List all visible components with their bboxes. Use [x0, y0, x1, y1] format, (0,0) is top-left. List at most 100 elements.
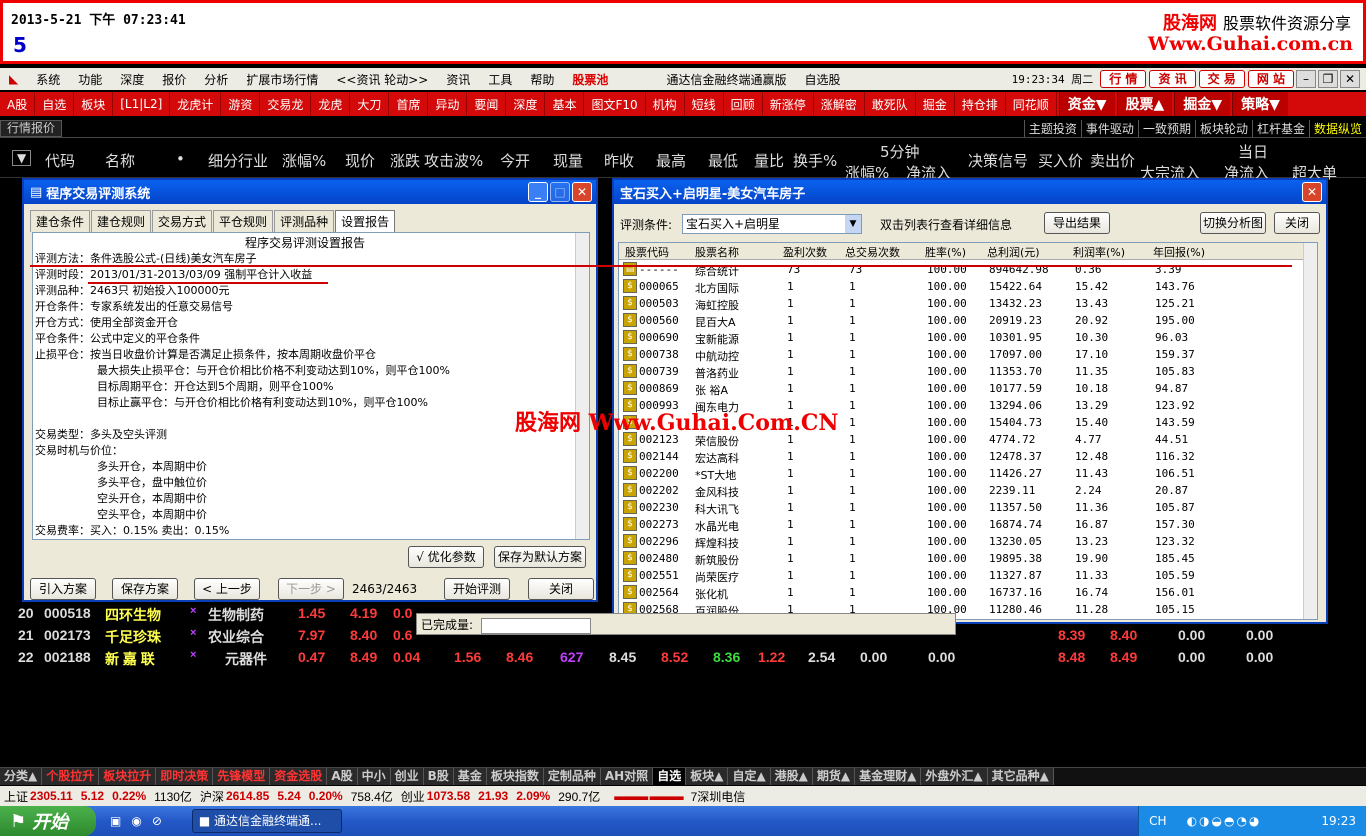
- result-row[interactable]: $002551 尚荣医疗 1 1 100.00 11327.87 11.33 105.59: [619, 567, 1309, 584]
- toolbar-item[interactable]: 机构: [646, 92, 685, 116]
- result-row[interactable]: $000065 北方国际 1 1 100.00 15422.64 15.42 143.76: [619, 278, 1309, 295]
- toolbar-item[interactable]: 深度: [506, 92, 546, 116]
- market-tab[interactable]: 基金理财▲: [855, 768, 922, 785]
- col-name[interactable]: 名称: [105, 150, 135, 171]
- dialog-titlebar[interactable]: 宝石买入+启明星-美女汽车房子 ✕: [614, 180, 1326, 204]
- result-row[interactable]: $000503 海虹控股 1 1 100.00 13432.23 13.43 125.21: [619, 295, 1309, 312]
- menu-item[interactable]: 工具: [479, 71, 521, 88]
- result-row[interactable]: $000690 宝新能源 1 1 100.00 10301.95 10.30 96.03: [619, 329, 1309, 346]
- toolbar-item[interactable]: 敢死队: [865, 92, 916, 116]
- col-industry[interactable]: 细分行业: [208, 150, 268, 171]
- menu-item[interactable]: 扩展市场行情: [237, 71, 327, 88]
- th-trades[interactable]: 总交易次数: [845, 244, 900, 260]
- result-row[interactable]: $002296 辉煌科技 1 1 100.00 13230.05 13.23 123.32: [619, 533, 1309, 550]
- tab-open-condition[interactable]: 建仓条件: [30, 210, 91, 232]
- language-indicator[interactable]: CH: [1149, 814, 1166, 828]
- maximize-icon[interactable]: □: [550, 182, 570, 202]
- market-tab[interactable]: 个股拉升: [42, 768, 100, 785]
- col-turnover[interactable]: 换手%: [793, 150, 837, 171]
- stocks-dropdown[interactable]: 股票▲: [1116, 92, 1173, 116]
- market-tab[interactable]: 自选: [653, 768, 687, 785]
- tab-trade-mode[interactable]: 交易方式: [152, 210, 213, 232]
- market-tab[interactable]: 板块指数: [486, 768, 544, 785]
- col-signal[interactable]: 决策信号: [968, 150, 1028, 171]
- market-tab[interactable]: 外盘外汇▲: [921, 768, 988, 785]
- switch-chart-button[interactable]: 切换分析图: [1200, 212, 1266, 234]
- col-change[interactable]: 涨跌: [390, 150, 420, 171]
- market-tab[interactable]: 先锋模型: [213, 768, 271, 785]
- tab-close-rule[interactable]: 平仓规则: [213, 210, 274, 232]
- result-row[interactable]: $000869 张 裕A 1 1 100.00 10177.59 10.18 94.87: [619, 380, 1309, 397]
- header-menu-icon[interactable]: ▼: [12, 150, 32, 166]
- market-tab[interactable]: 自定▲: [728, 768, 771, 785]
- toolbar-item[interactable]: 图文F10: [584, 92, 646, 116]
- menu-item[interactable]: 帮助: [521, 71, 563, 88]
- th-profit-rate[interactable]: 利润率(%): [1073, 244, 1125, 260]
- taskbar-app-button[interactable]: ■ 通达信金融终端通...: [191, 809, 342, 833]
- close-icon[interactable]: ✕: [1302, 182, 1322, 202]
- mining-dropdown[interactable]: 掘金▼: [1174, 92, 1231, 116]
- close-icon[interactable]: ✕: [572, 182, 592, 202]
- dialog-titlebar[interactable]: ▤ 程序交易评测系统 _ □ ✕: [24, 180, 596, 204]
- toolbar-item[interactable]: 涨解密: [814, 92, 865, 116]
- tab-open-rule[interactable]: 建仓规则: [91, 210, 152, 232]
- toolbar-item[interactable]: 交易龙: [260, 92, 312, 116]
- toolbar-item[interactable]: 异动: [428, 92, 468, 116]
- quicklaunch-icon[interactable]: ▣: [110, 814, 121, 828]
- menu-item[interactable]: 资讯: [437, 71, 479, 88]
- minimize-icon[interactable]: _: [528, 182, 548, 202]
- report-text-area[interactable]: 程序交易评测设置报告 评测方法：条件选股公式-(日线)美女汽车房子 评测时段：2…: [32, 232, 590, 540]
- th-winrate[interactable]: 胜率(%): [925, 244, 966, 260]
- col-volume-ratio[interactable]: 量比: [754, 150, 784, 171]
- result-row[interactable]: $002564 张化机 1 1 100.00 16737.16 16.74 156.01: [619, 584, 1309, 601]
- quicklaunch-icon[interactable]: ⊘: [152, 814, 162, 828]
- prev-step-button[interactable]: < 上一步: [194, 578, 260, 600]
- result-row[interactable]: $000739 普洛药业 1 1 100.00 11353.70 11.35 105.83: [619, 363, 1309, 380]
- results-scrollbar[interactable]: [1303, 243, 1317, 619]
- toolbar-item[interactable]: 短线: [685, 92, 724, 116]
- result-row[interactable]: $002202 金风科技 1 1 100.00 2239.11 2.24 20.87: [619, 482, 1309, 499]
- toolbar-item[interactable]: 龙虎计: [170, 92, 222, 116]
- save-plan-button[interactable]: 保存方案: [112, 578, 178, 600]
- col-code[interactable]: 代码: [45, 150, 75, 171]
- topic-link[interactable]: 板块轮动: [1194, 120, 1252, 137]
- market-tab[interactable]: 即时决策: [156, 768, 214, 785]
- market-tab[interactable]: 定制品种: [543, 768, 601, 785]
- menu-item[interactable]: 报价: [153, 71, 195, 88]
- news-button[interactable]: 资 讯: [1149, 70, 1196, 88]
- toolbar-item[interactable]: 自选: [35, 92, 75, 116]
- col-bid[interactable]: 买入价: [1038, 150, 1083, 171]
- toolbar-item[interactable]: 回顾: [724, 92, 763, 116]
- toolbar-item[interactable]: [L1|L2]: [113, 92, 171, 116]
- col-high[interactable]: 最高: [656, 150, 686, 171]
- next-step-button[interactable]: 下一步 >: [278, 578, 344, 600]
- market-tab[interactable]: 板块▲: [686, 768, 729, 785]
- toolbar-item[interactable]: 同花顺: [1006, 92, 1057, 116]
- save-default-button[interactable]: 保存为默认方案: [494, 546, 586, 568]
- col-pct[interactable]: 涨幅%: [282, 150, 326, 171]
- col-low[interactable]: 最低: [708, 150, 738, 171]
- website-button[interactable]: 网 站: [1247, 70, 1294, 88]
- quicklaunch-icon[interactable]: ◉: [131, 814, 141, 828]
- tab-symbols[interactable]: 评测品种: [274, 210, 335, 232]
- chevron-down-icon[interactable]: ▼: [845, 215, 861, 233]
- toolbar-item[interactable]: 游资: [221, 92, 261, 116]
- th-name[interactable]: 股票名称: [695, 244, 739, 260]
- topic-link[interactable]: 事件驱动: [1080, 120, 1138, 137]
- market-tab[interactable]: AH对照: [600, 768, 654, 785]
- market-tab[interactable]: 其它品种▲: [987, 768, 1054, 785]
- toolbar-item[interactable]: A股: [0, 92, 36, 116]
- toolbar-item[interactable]: 龙虎: [311, 92, 351, 116]
- col-attack[interactable]: 攻击波%: [424, 150, 483, 171]
- result-row[interactable]: $002480 新筑股份 1 1 100.00 19895.38 19.90 185.45: [619, 550, 1309, 567]
- col-price[interactable]: 现价: [345, 150, 375, 171]
- toolbar-item[interactable]: 大刀: [350, 92, 390, 116]
- col-ask[interactable]: 卖出价: [1090, 150, 1135, 171]
- stock-pool-menu[interactable]: 股票池: [563, 71, 617, 88]
- market-tab[interactable]: 板块拉升: [99, 768, 157, 785]
- topic-link[interactable]: 主题投资: [1023, 120, 1081, 137]
- optimize-params-checkbox[interactable]: √ 优化参数: [408, 546, 484, 568]
- summary-row[interactable]: ▤ ------ 综合统计 73 73 100.00 894642.98 0.36 3.39: [619, 261, 1309, 278]
- result-row[interactable]: $002200 *ST大地 1 1 100.00 11426.27 11.43 106.51: [619, 465, 1309, 482]
- result-row[interactable]: $000738 中航动控 1 1 100.00 17097.00 17.10 159.37: [619, 346, 1309, 363]
